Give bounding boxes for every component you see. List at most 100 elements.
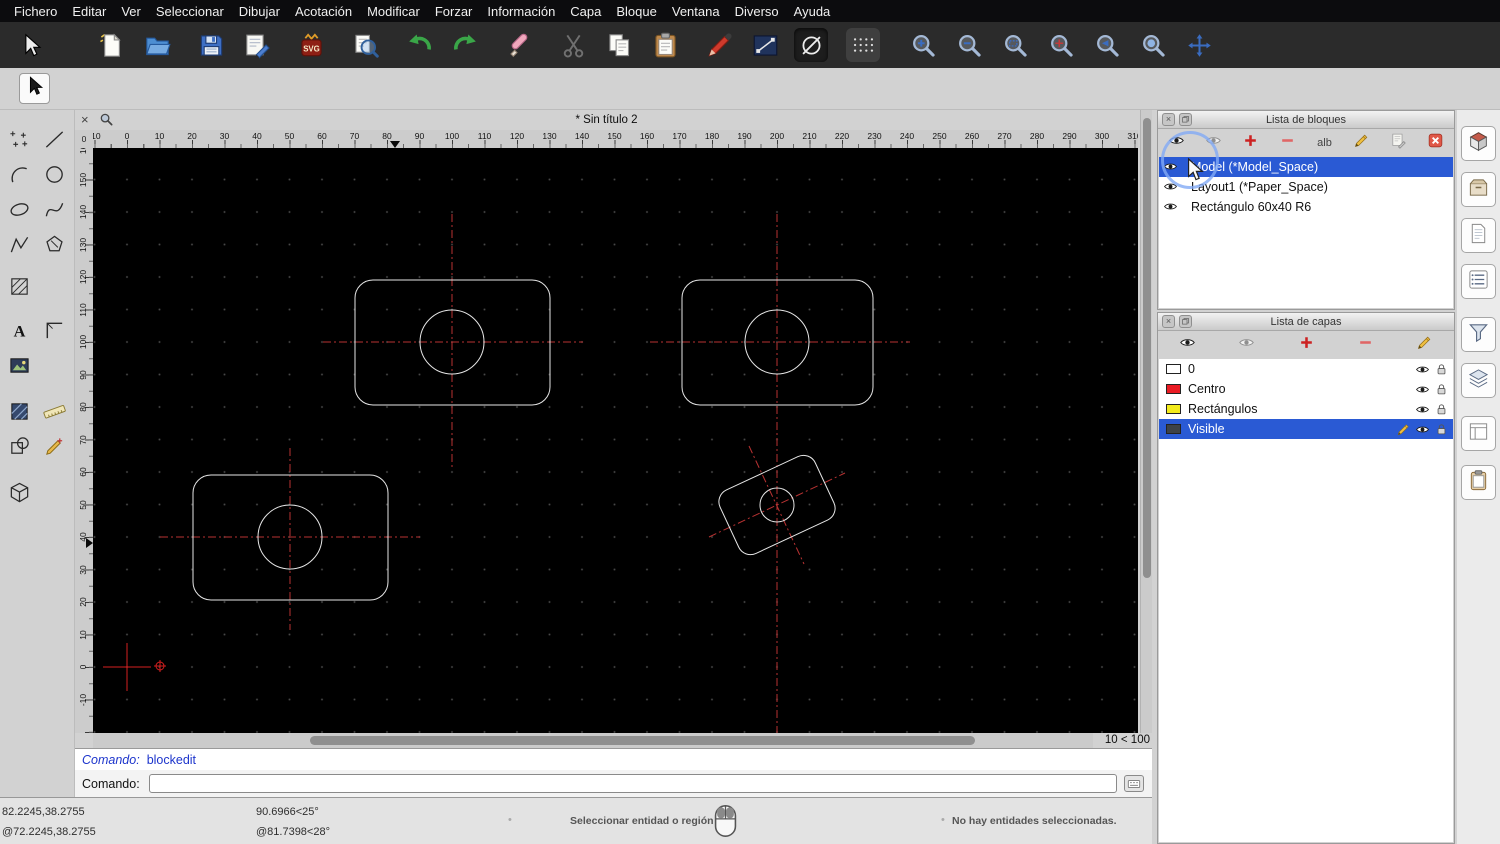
hatch-tool-button[interactable] bbox=[2, 271, 37, 306]
save-button[interactable] bbox=[194, 28, 228, 62]
horizontal-scrollbar[interactable] bbox=[93, 733, 1093, 748]
text-tool-button[interactable]: A bbox=[2, 315, 37, 350]
export-svg-button[interactable]: SVG bbox=[294, 28, 328, 62]
menu-seleccionar[interactable]: Seleccionar bbox=[156, 4, 224, 19]
show-all-layers-button[interactable] bbox=[1158, 332, 1217, 357]
edit-block-attributes-button[interactable] bbox=[1343, 130, 1380, 155]
menu-ayuda[interactable]: Ayuda bbox=[794, 4, 831, 19]
print-preview-button[interactable] bbox=[348, 28, 382, 62]
layer-panel-close-button[interactable]: × bbox=[1162, 315, 1175, 328]
arc-tool-button[interactable] bbox=[2, 159, 37, 194]
menu-forzar[interactable]: Forzar bbox=[435, 4, 473, 19]
measure-tool-button[interactable] bbox=[37, 396, 72, 431]
layer-row[interactable]: 0 bbox=[1159, 359, 1453, 379]
layer-lock-toggle[interactable] bbox=[1434, 362, 1449, 377]
polyline-tool-button[interactable] bbox=[2, 229, 37, 264]
block-row[interactable]: Rectángulo 60x40 R6 bbox=[1159, 197, 1453, 217]
points-tool-button[interactable] bbox=[2, 124, 37, 159]
paste-button[interactable] bbox=[648, 28, 682, 62]
dimension-tool-button[interactable] bbox=[37, 315, 72, 350]
line-tool-button[interactable] bbox=[37, 124, 72, 159]
block-panel-float-button[interactable] bbox=[1179, 113, 1192, 126]
add-block-button[interactable] bbox=[1232, 130, 1269, 155]
layer-row[interactable]: Visible bbox=[1159, 419, 1453, 439]
zoom-window-button[interactable] bbox=[998, 28, 1032, 62]
block-visibility-toggle[interactable] bbox=[1163, 159, 1179, 175]
edit-block-button[interactable] bbox=[748, 28, 782, 62]
dock-blocks-button[interactable] bbox=[1461, 172, 1496, 207]
menu-fichero[interactable]: Fichero bbox=[14, 4, 57, 19]
command-options-button[interactable] bbox=[1123, 775, 1144, 792]
layer-visibility-toggle[interactable] bbox=[1415, 422, 1430, 437]
menu-bloque[interactable]: Bloque bbox=[616, 4, 656, 19]
layer-lock-toggle[interactable] bbox=[1434, 382, 1449, 397]
layer-lock-toggle[interactable] bbox=[1434, 422, 1449, 437]
ellipse-tool-button[interactable] bbox=[2, 194, 37, 229]
insert-block-button[interactable] bbox=[1380, 130, 1417, 155]
layer-row[interactable]: Rectángulos bbox=[1159, 399, 1453, 419]
annotate-tool-button[interactable] bbox=[37, 431, 72, 466]
edit-layer-button[interactable] bbox=[1395, 332, 1454, 357]
block-row[interactable]: Layout1 (*Paper_Space) bbox=[1159, 177, 1453, 197]
command-input[interactable] bbox=[148, 774, 1117, 793]
layer-row[interactable]: Centro bbox=[1159, 379, 1453, 399]
spline-tool-button[interactable] bbox=[37, 194, 72, 229]
hide-all-layers-button[interactable] bbox=[1217, 332, 1276, 357]
layer-visibility-toggle[interactable] bbox=[1415, 382, 1430, 397]
grid-toggle-button[interactable] bbox=[846, 28, 880, 62]
cut-button[interactable] bbox=[556, 28, 590, 62]
select-tool-button[interactable] bbox=[19, 73, 50, 104]
dock-clipboard-button[interactable] bbox=[1461, 465, 1496, 500]
block-visibility-toggle[interactable] bbox=[1163, 179, 1179, 195]
remove-block-button[interactable] bbox=[1269, 130, 1306, 155]
redo-button[interactable] bbox=[448, 28, 482, 62]
circle-slash-button[interactable] bbox=[794, 28, 828, 62]
layer-visibility-toggle[interactable] bbox=[1415, 362, 1430, 377]
dock-sheet-button[interactable] bbox=[1461, 416, 1496, 451]
menu-diverso[interactable]: Diverso bbox=[735, 4, 779, 19]
image-tool-button[interactable] bbox=[2, 350, 37, 385]
fill-tool-button[interactable] bbox=[2, 396, 37, 431]
undo-button[interactable] bbox=[402, 28, 436, 62]
new-document-button[interactable] bbox=[94, 28, 128, 62]
menu-modificar[interactable]: Modificar bbox=[367, 4, 420, 19]
edit-pen-button[interactable] bbox=[702, 28, 736, 62]
add-layer-button[interactable] bbox=[1276, 332, 1335, 357]
vertical-scrollbar-thumb[interactable] bbox=[1143, 118, 1151, 578]
horizontal-scrollbar-thumb[interactable] bbox=[310, 736, 975, 745]
layer-lock-toggle[interactable] bbox=[1434, 402, 1449, 417]
rename-block-button[interactable]: alb bbox=[1306, 130, 1343, 155]
shape-tool-button[interactable] bbox=[2, 431, 37, 466]
zoom-pan-button[interactable] bbox=[1182, 28, 1216, 62]
layer-edit-pencil-icon[interactable] bbox=[1396, 422, 1411, 437]
cube-tool-button[interactable] bbox=[2, 477, 37, 512]
menu-ver[interactable]: Ver bbox=[121, 4, 141, 19]
menu-acotacion[interactable]: Acotación bbox=[295, 4, 352, 19]
dock-list-button[interactable] bbox=[1461, 264, 1496, 299]
block-row[interactable]: Model (*Model_Space) bbox=[1159, 157, 1453, 177]
zoom-previous-button[interactable] bbox=[1090, 28, 1124, 62]
dock-page-button[interactable] bbox=[1461, 218, 1496, 253]
select-button[interactable] bbox=[14, 28, 48, 62]
dock-filter-button[interactable] bbox=[1461, 317, 1496, 352]
delete-block-button[interactable] bbox=[1417, 130, 1454, 155]
show-all-blocks-button[interactable] bbox=[1158, 130, 1195, 155]
open-file-button[interactable] bbox=[140, 28, 174, 62]
copy-button[interactable] bbox=[602, 28, 636, 62]
menu-capa[interactable]: Capa bbox=[570, 4, 601, 19]
dock-library-button[interactable] bbox=[1461, 126, 1496, 161]
menu-editar[interactable]: Editar bbox=[72, 4, 106, 19]
block-visibility-toggle[interactable] bbox=[1163, 199, 1179, 215]
drawing-canvas[interactable] bbox=[93, 148, 1138, 733]
zoom-auto-button[interactable] bbox=[1044, 28, 1078, 62]
save-as-button[interactable] bbox=[240, 28, 274, 62]
layer-panel-float-button[interactable] bbox=[1179, 315, 1192, 328]
dock-layers-button[interactable] bbox=[1461, 363, 1496, 398]
menu-ventana[interactable]: Ventana bbox=[672, 4, 720, 19]
circle-tool-button[interactable] bbox=[37, 159, 72, 194]
layer-visibility-toggle[interactable] bbox=[1415, 402, 1430, 417]
delete-tool-button[interactable] bbox=[502, 28, 536, 62]
hide-all-blocks-button[interactable] bbox=[1195, 130, 1232, 155]
zoom-selection-button[interactable] bbox=[1136, 28, 1170, 62]
polygon-tool-button[interactable] bbox=[37, 229, 72, 264]
